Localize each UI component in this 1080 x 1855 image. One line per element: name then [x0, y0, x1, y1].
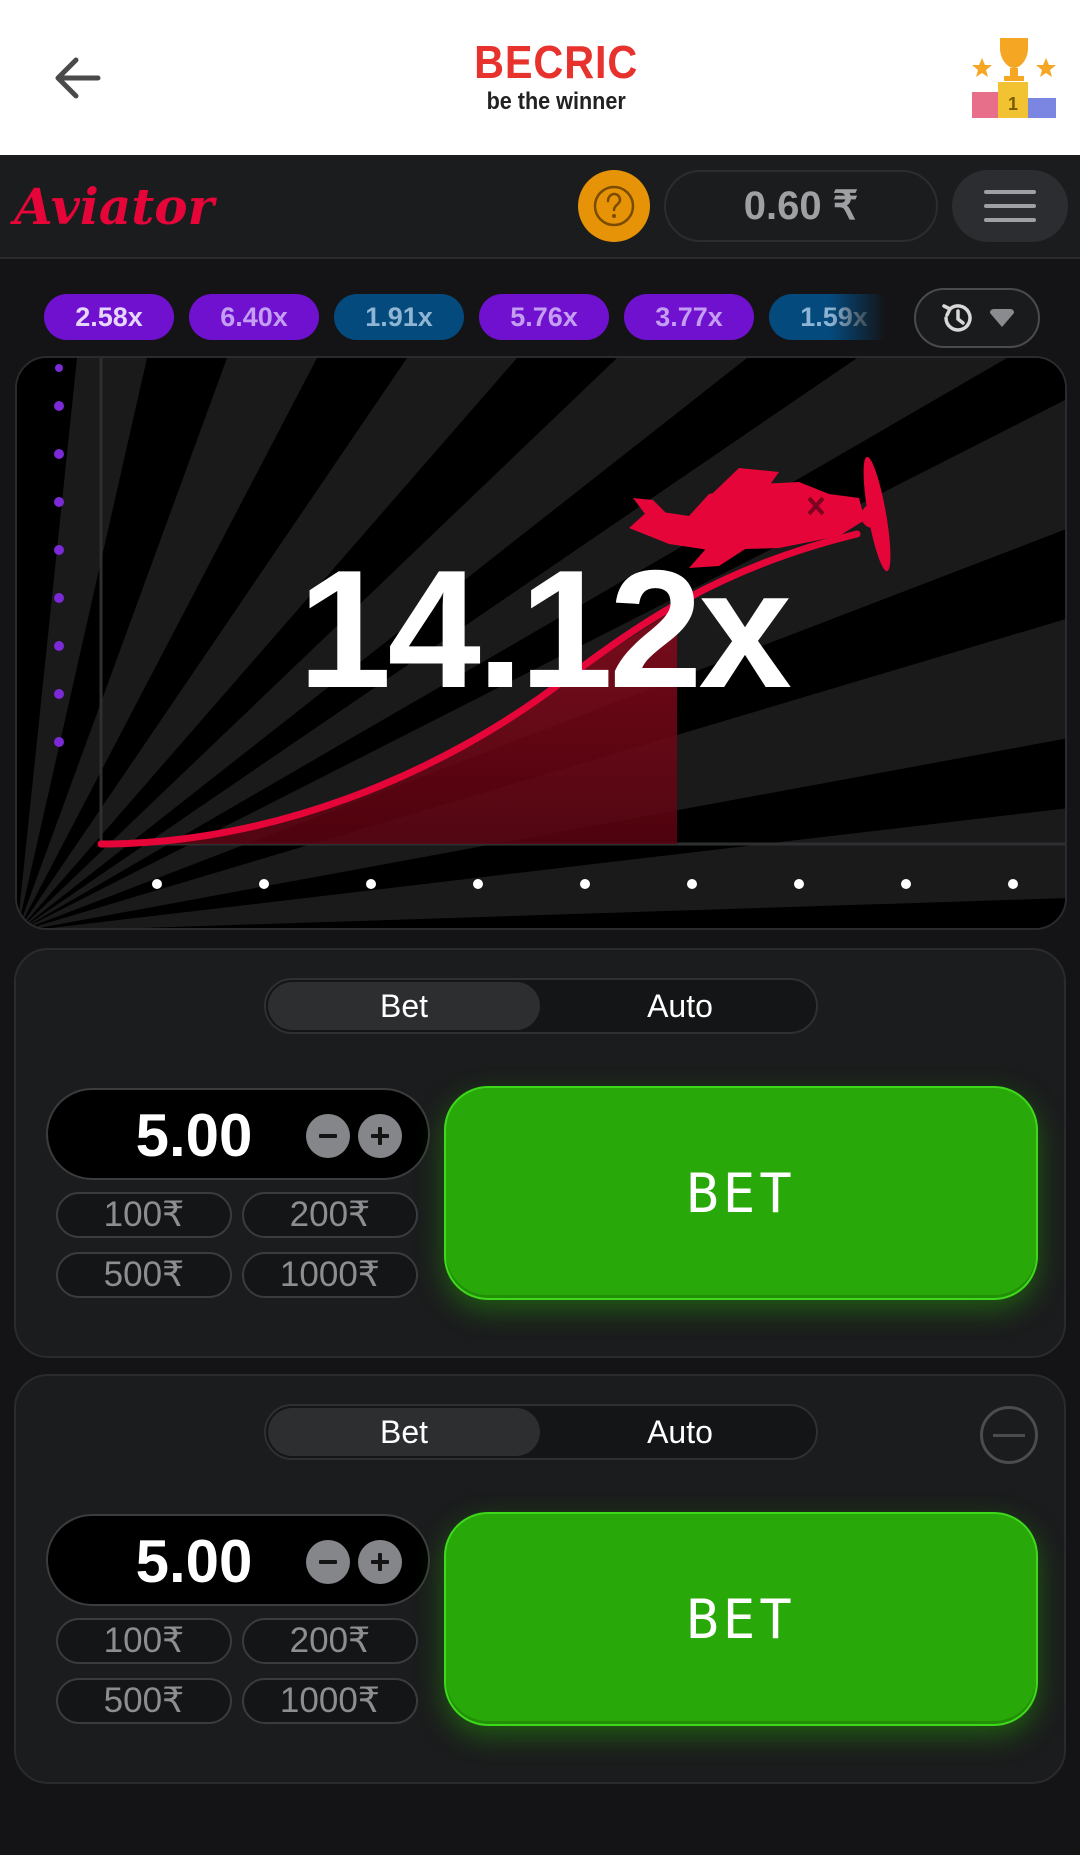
brand-name: BECRIC [474, 36, 639, 88]
history-fade [830, 290, 910, 344]
bet-amount-value[interactable]: 5.00 [104, 1100, 284, 1172]
current-multiplier: 14.12x [298, 535, 792, 723]
quick-amount-button[interactable]: 1000₹ [242, 1678, 418, 1724]
back-button[interactable] [48, 48, 108, 108]
quick-amount-button[interactable]: 100₹ [56, 1192, 232, 1238]
decrease-amount-button[interactable] [306, 1540, 350, 1584]
quick-amount-button[interactable]: 500₹ [56, 1252, 232, 1298]
history-chip[interactable]: 1.91x [334, 294, 464, 340]
minus-icon [319, 1134, 337, 1138]
svg-text:1: 1 [1008, 94, 1018, 114]
history-icon [942, 304, 972, 332]
game-stage: 14.12x [15, 356, 1067, 930]
question-icon [593, 185, 635, 227]
quick-amount-button[interactable]: 500₹ [56, 1678, 232, 1724]
bet-mode-tabs: Bet Auto [264, 978, 818, 1034]
help-button[interactable] [578, 170, 650, 242]
bet-panel-1: Bet Auto 5.00 100₹ 200₹ 500₹ 1000₹ BET [14, 948, 1066, 1358]
history-chip[interactable]: 5.76x [479, 294, 609, 340]
history-chip[interactable]: 2.58x [44, 294, 174, 340]
decrease-amount-button[interactable] [306, 1114, 350, 1158]
history-chip[interactable]: 3.77x [624, 294, 754, 340]
tab-auto[interactable]: Auto [544, 982, 816, 1030]
increase-amount-button[interactable] [358, 1540, 402, 1584]
history-chip[interactable]: 6.40x [189, 294, 319, 340]
brand-tagline: be the winner [486, 88, 626, 115]
minus-icon [319, 1560, 337, 1564]
bet-panel-2: Bet Auto 5.00 100₹ 200₹ 500₹ 1000₹ BET [14, 1374, 1066, 1784]
menu-button[interactable] [952, 170, 1068, 242]
bet-mode-tabs: Bet Auto [264, 1404, 818, 1460]
bet-button[interactable]: BET [444, 1086, 1038, 1300]
minus-circle-icon [993, 1433, 1025, 1437]
quick-amount-button[interactable]: 100₹ [56, 1618, 232, 1664]
brand-logo[interactable]: BECRIC be the winner [465, 38, 647, 116]
bet-button[interactable]: BET [444, 1512, 1038, 1726]
bet-amount-input[interactable]: 5.00 [46, 1514, 430, 1606]
quick-amount-button[interactable]: 1000₹ [242, 1252, 418, 1298]
increase-amount-button[interactable] [358, 1114, 402, 1158]
top-header: BECRIC be the winner 1 [0, 0, 1080, 155]
chevron-down-icon [990, 309, 1014, 327]
bet-amount-value[interactable]: 5.00 [104, 1526, 284, 1598]
quick-amount-button[interactable]: 200₹ [242, 1618, 418, 1664]
quick-amount-button[interactable]: 200₹ [242, 1192, 418, 1238]
bet-amount-input[interactable]: 5.00 [46, 1088, 430, 1180]
trophy-podium-icon: 1 [972, 38, 1056, 118]
tab-bet[interactable]: Bet [268, 982, 540, 1030]
aviator-logo: Aviator [14, 177, 214, 236]
hamburger-menu-icon [984, 190, 1036, 222]
history-toggle-button[interactable] [914, 288, 1040, 348]
tab-auto[interactable]: Auto [544, 1408, 816, 1456]
plus-icon [371, 1553, 389, 1571]
remove-bet-panel-button[interactable] [980, 1406, 1038, 1464]
leaderboard-button[interactable]: 1 [972, 34, 1056, 120]
tab-bet[interactable]: Bet [268, 1408, 540, 1456]
arrow-left-icon [55, 57, 101, 99]
plus-icon [371, 1127, 389, 1145]
balance-display: 0.60 ₹ [664, 170, 938, 242]
